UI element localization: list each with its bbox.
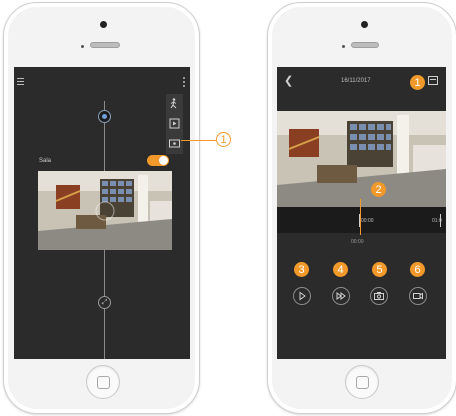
left-screen: Sala ⤢ xyxy=(14,67,190,359)
camera-icon[interactable] xyxy=(98,110,111,123)
fast-forward-button[interactable] xyxy=(332,287,350,305)
date-label: 16/11/2017 xyxy=(341,78,371,84)
play-button[interactable] xyxy=(293,287,311,305)
camera-name-label: Sala xyxy=(39,158,52,164)
fast-forward-icon xyxy=(336,292,346,300)
home-button[interactable] xyxy=(345,365,379,399)
calendar-icon[interactable] xyxy=(428,76,438,85)
speaker xyxy=(90,42,120,48)
callout-5: 5 xyxy=(372,262,387,277)
side-toolbar xyxy=(166,94,183,154)
back-chevron-icon[interactable]: ❮ xyxy=(284,76,293,87)
video-record-icon xyxy=(413,292,423,300)
callout-2: 2 xyxy=(371,182,386,197)
front-camera xyxy=(100,21,107,28)
front-camera xyxy=(361,21,368,28)
callout-4: 4 xyxy=(333,262,348,277)
speaker xyxy=(351,42,379,48)
play-icon xyxy=(299,291,306,301)
scrubber-line[interactable] xyxy=(360,199,361,235)
play-icon[interactable] xyxy=(168,117,181,130)
video-player[interactable] xyxy=(277,111,446,207)
hamburger-icon[interactable] xyxy=(17,78,24,87)
kebab-icon[interactable] xyxy=(183,77,185,89)
right-screen: ❮ 16/11/2017 00:00 01:0 00:00 xyxy=(277,67,446,359)
sensor xyxy=(342,45,345,48)
home-button[interactable] xyxy=(86,365,120,399)
callout-1-left: 1 xyxy=(216,132,231,147)
callout-3: 3 xyxy=(294,262,309,277)
callout-6: 6 xyxy=(410,262,425,277)
callout-1-right: 1 xyxy=(410,75,425,90)
snapshot-button[interactable] xyxy=(370,287,388,305)
phone-right: ❮ 16/11/2017 00:00 01:0 00:00 xyxy=(267,2,456,414)
camera-toggle[interactable] xyxy=(147,155,169,166)
record-button[interactable] xyxy=(409,287,427,305)
motion-icon[interactable] xyxy=(168,97,181,110)
screen-icon[interactable] xyxy=(168,137,181,150)
timeline-label: 01:0 xyxy=(432,218,442,224)
callout-leader xyxy=(181,140,216,141)
camera-snapshot-icon xyxy=(374,292,384,300)
current-time: 00:00 xyxy=(351,239,364,245)
sensor xyxy=(81,45,84,48)
camera-thumbnail[interactable] xyxy=(38,171,172,250)
expand-icon[interactable]: ⤢ xyxy=(98,296,111,309)
phone-left: Sala ⤢ xyxy=(3,2,200,414)
timeline-label: 00:00 xyxy=(361,218,374,224)
